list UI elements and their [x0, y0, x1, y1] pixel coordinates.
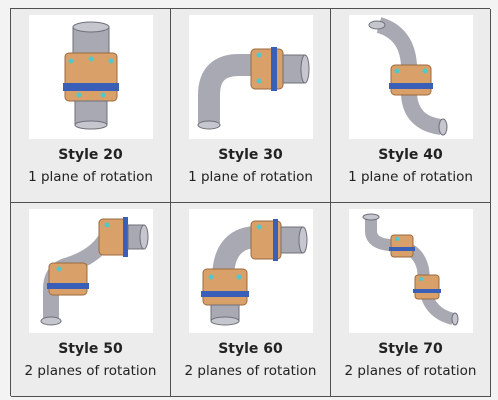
swivel-joint-style-grid: Style 20 1 plane of rotation Style 30 1 …: [10, 8, 491, 397]
style-rotation-planes: 2 planes of rotation: [344, 363, 477, 379]
style-70-image: [348, 209, 473, 333]
style-40-image: [348, 15, 473, 139]
style-title: Style 50: [58, 341, 123, 357]
style-card-60[interactable]: Style 60 2 planes of rotation: [171, 203, 331, 397]
style-60-image: [188, 209, 313, 333]
style-title: Style 70: [378, 341, 443, 357]
style-title: Style 40: [378, 147, 443, 163]
style-rotation-planes: 2 planes of rotation: [184, 363, 317, 379]
style-card-30[interactable]: Style 30 1 plane of rotation: [171, 9, 331, 203]
style-rotation-planes: 1 plane of rotation: [188, 169, 313, 185]
style-rotation-planes: 1 plane of rotation: [348, 169, 473, 185]
style-card-40[interactable]: Style 40 1 plane of rotation: [331, 9, 491, 203]
style-50-image: [28, 209, 153, 333]
style-title: Style 30: [218, 147, 283, 163]
style-20-image: [28, 15, 153, 139]
style-title: Style 20: [58, 147, 123, 163]
style-rotation-planes: 2 planes of rotation: [24, 363, 157, 379]
style-rotation-planes: 1 plane of rotation: [28, 169, 153, 185]
style-card-50[interactable]: Style 50 2 planes of rotation: [11, 203, 171, 397]
style-card-20[interactable]: Style 20 1 plane of rotation: [11, 9, 171, 203]
style-card-70[interactable]: Style 70 2 planes of rotation: [331, 203, 491, 397]
style-30-image: [188, 15, 313, 139]
style-title: Style 60: [218, 341, 283, 357]
